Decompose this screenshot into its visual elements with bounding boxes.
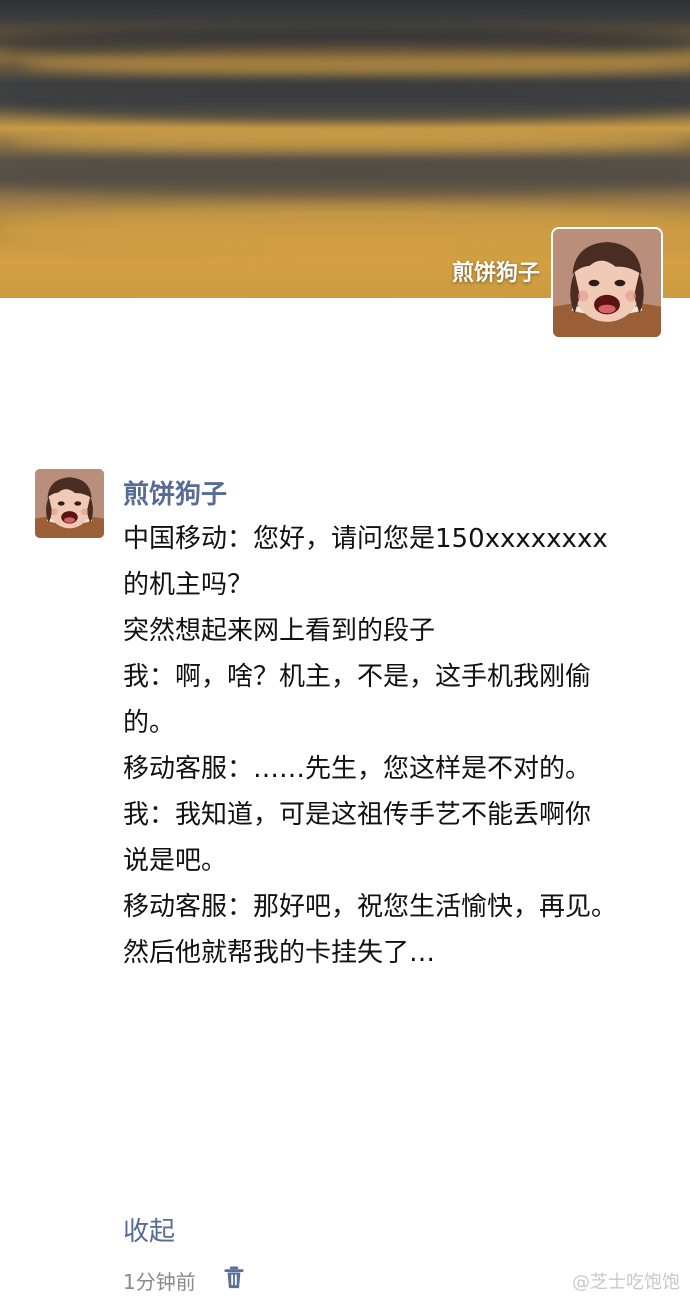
post-text-line: 突然想起来网上看到的段子 [123, 616, 436, 646]
post-text-line: 移动客服：那好吧，祝您生活愉快，再见。 [123, 892, 618, 922]
crying-child-avatar [35, 469, 104, 538]
collapse-link[interactable]: 收起 [123, 1211, 175, 1248]
post-author-avatar[interactable] [35, 469, 104, 538]
crying-child-avatar [553, 229, 661, 337]
cloud-shape [20, 52, 690, 76]
post-text-line: 移动客服：……先生，您这样是不对的。 [123, 754, 592, 784]
post-text-line: 我：啊，啥？机主，不是，这手机我刚偷 [123, 662, 592, 692]
cloud-shape [10, 130, 690, 152]
cover-username[interactable]: 煎饼狗子 [452, 255, 540, 287]
trash-icon[interactable] [223, 1265, 245, 1291]
profile-avatar[interactable] [551, 227, 663, 339]
post-text-line: 然后他就帮我的卡挂失了… [123, 938, 436, 968]
watermark-text: @芝士吃饱饱 [572, 1272, 680, 1293]
post-text-line: 我：我知道，可是这祖传手艺不能丢啊你 [123, 800, 592, 830]
post-text-line: 的。 [123, 708, 176, 738]
post-text-line: 的机主吗？ [123, 570, 254, 600]
post-text-line: 说是吧。 [123, 846, 228, 876]
cloud-shape [0, 80, 690, 122]
post-text-line: 中国移动：您好，请问您是150xxxxxxxx [123, 524, 608, 554]
post-author-name[interactable]: 煎饼狗子 [123, 474, 227, 511]
cloud-shape [0, 160, 690, 196]
post-body: 中国移动：您好，请问您是150xxxxxxxx 的机主吗？ 突然想起来网上看到的段子… [123, 516, 663, 976]
post-time: 1分钟前 [123, 1270, 196, 1294]
